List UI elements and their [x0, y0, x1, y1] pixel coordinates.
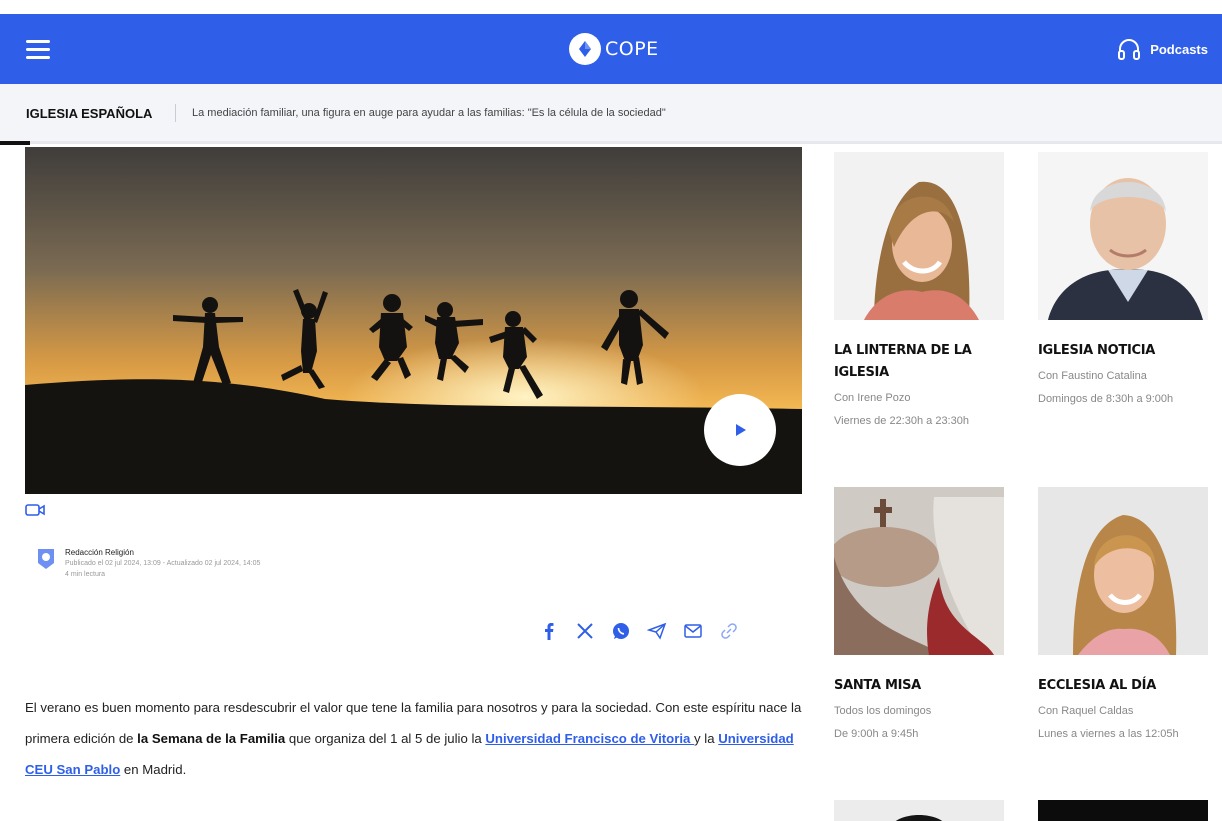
program-title[interactable]: ECCLESIA AL DÍA: [1038, 675, 1222, 697]
faustino-catalina-photo: [1038, 152, 1208, 320]
program-card[interactable]: [1038, 800, 1222, 821]
browser-top-strip: [0, 0, 1222, 14]
whatsapp-icon[interactable]: [610, 620, 632, 642]
breadcrumb-headline: La mediación familiar, una figura en aug…: [192, 107, 666, 119]
program-host: Con Raquel Caldas: [1038, 705, 1134, 717]
logo-text: COPE: [605, 38, 659, 60]
play-icon: [736, 424, 746, 436]
paragraph-text: en Madrid.: [120, 762, 187, 777]
article-dates: Publicado el 02 jul 2024, 13:09 - Actual…: [65, 560, 261, 567]
cope-logo-mark-icon: [569, 33, 601, 65]
facebook-icon[interactable]: [538, 620, 560, 642]
link-icon[interactable]: [718, 620, 740, 642]
program-card[interactable]: LA LINTERNA DE LA IGLESIA Con Irene Pozo…: [834, 152, 1019, 430]
article-paragraph: El verano es buen momento para resdescub…: [25, 692, 805, 785]
program-title[interactable]: LA LINTERNA DE LA IGLESIA: [834, 340, 1019, 384]
play-button[interactable]: [704, 394, 776, 466]
program-thumbnail[interactable]: [1038, 487, 1208, 655]
ufv-link[interactable]: Universidad Francisco de Vitoria: [485, 731, 694, 746]
program-title[interactable]: SANTA MISA: [834, 675, 1019, 697]
video-camera-icon: [25, 504, 45, 516]
program-card[interactable]: IGLESIA NOTICIA Con Faustino Catalina Do…: [1038, 152, 1222, 408]
author-name[interactable]: Redacción Religión: [65, 548, 134, 557]
program-card[interactable]: SANTA MISA Todos los domingos De 9:00h a…: [834, 487, 1019, 743]
program-host: Todos los domingos: [834, 705, 932, 717]
program-card[interactable]: [834, 800, 1019, 821]
program-host: Con Faustino Catalina: [1038, 370, 1147, 382]
paragraph-text: que organiza del 1 al 5 de julio la: [285, 731, 486, 746]
email-icon[interactable]: [682, 620, 704, 642]
read-time: 4 min lectura: [65, 571, 106, 578]
site-header: COPE Podcasts: [0, 14, 1222, 84]
program-title[interactable]: IGLESIA NOTICIA: [1038, 340, 1222, 362]
program-thumbnail[interactable]: [834, 152, 1004, 320]
program-schedule: Domingos de 8:30h a 9:00h: [1038, 393, 1174, 405]
share-bar: [538, 620, 754, 642]
x-icon[interactable]: [574, 620, 596, 642]
telegram-icon[interactable]: [646, 620, 668, 642]
program-photo-partial: [834, 800, 1004, 821]
program-thumbnail[interactable]: [1038, 800, 1208, 821]
paragraph-text: y la: [694, 731, 719, 746]
author-avatar-icon: [38, 549, 54, 569]
program-thumbnail[interactable]: [834, 800, 1004, 821]
program-schedule: Lunes a viernes a las 12:05h: [1038, 728, 1179, 740]
raquel-caldas-photo: [1038, 487, 1208, 655]
headphones-icon: [1118, 39, 1141, 60]
irene-pozo-photo: [834, 152, 1004, 320]
sunset-jumping-people-image: [25, 147, 802, 494]
paragraph-bold-text: la Semana de la Familia: [137, 731, 286, 746]
menu-icon[interactable]: [26, 40, 50, 59]
breadcrumb-divider: [175, 104, 176, 122]
program-schedule: De 9:00h a 9:45h: [834, 728, 919, 740]
reading-progress-bar: [0, 141, 30, 145]
program-thumbnail[interactable]: [834, 487, 1004, 655]
podcasts-button[interactable]: Podcasts: [1116, 36, 1208, 62]
program-card[interactable]: ECCLESIA AL DÍA Con Raquel Caldas Lunes …: [1038, 487, 1222, 743]
program-schedule: Viernes de 22:30h a 23:30h: [834, 415, 969, 427]
cope-logo[interactable]: COPE: [568, 30, 659, 68]
program-host: Con Irene Pozo: [834, 392, 911, 404]
breadcrumb-section[interactable]: IGLESIA ESPAÑOLA: [26, 106, 152, 121]
article-hero-video[interactable]: [25, 147, 802, 494]
podcasts-label: Podcasts: [1150, 41, 1208, 57]
program-thumbnail[interactable]: [1038, 152, 1208, 320]
santa-misa-chalice-photo: [834, 487, 1004, 655]
breadcrumb-bar: IGLESIA ESPAÑOLA La mediación familiar, …: [0, 84, 1222, 144]
